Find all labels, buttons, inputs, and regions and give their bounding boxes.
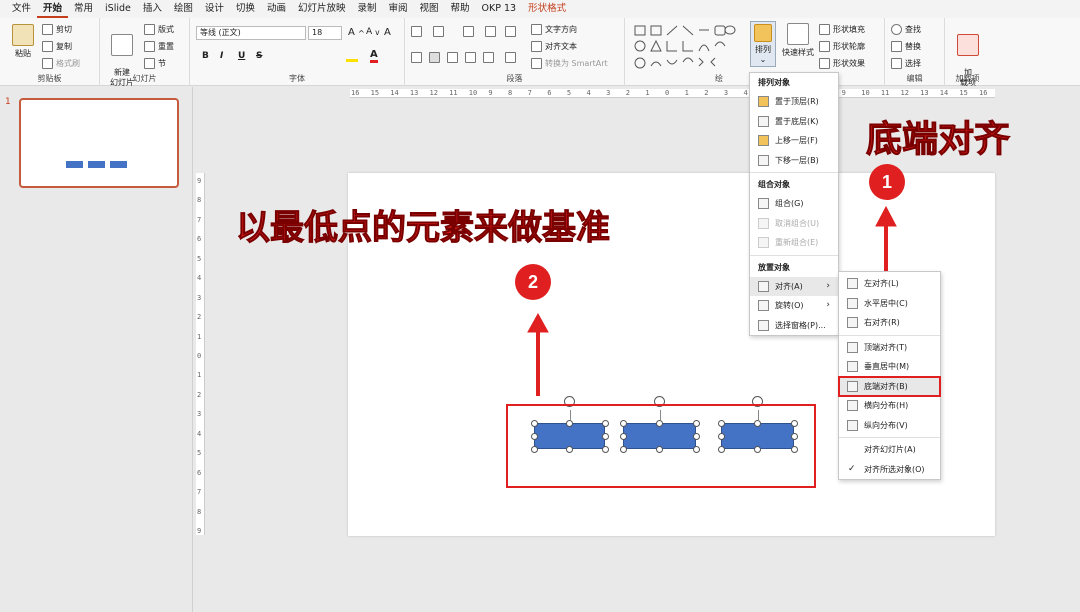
menu-item-align-to-slide[interactable]: 对齐幻灯片(A) — [839, 440, 940, 460]
rotate-label: 旋转(O) — [775, 301, 804, 310]
selection-pane-icon — [758, 319, 769, 331]
ungroup-icon — [758, 217, 769, 229]
chevron-right-icon: › — [826, 300, 830, 310]
checkmark-icon: ✓ — [848, 463, 856, 474]
menu-item-align-left[interactable]: 左对齐(L) — [839, 274, 940, 294]
align-bottom-icon — [847, 380, 858, 392]
distribute-horizontal-label: 横向分布(H) — [864, 401, 909, 410]
align-left-icon — [847, 278, 858, 289]
menu-item-align-middle[interactable]: 垂直居中(M) — [839, 357, 940, 377]
align-middle-icon — [847, 361, 858, 372]
arrange-dropdown-menu: 排列对象 置于顶层(R) 置于底层(K) 上移一层(F) 下移一层(B) 组合对… — [749, 72, 839, 336]
menu-item-send-backward[interactable]: 下移一层(B) — [750, 151, 838, 171]
menu-item-align-selected[interactable]: ✓ 对齐所选对象(O) — [839, 460, 940, 480]
regroup-icon — [758, 237, 769, 248]
align-center-label: 水平居中(C) — [864, 298, 908, 308]
group-label: 组合(G) — [775, 199, 804, 208]
group-icon — [758, 198, 769, 209]
bring-front-icon — [758, 96, 769, 107]
menu-item-align-center[interactable]: 水平居中(C) — [839, 294, 940, 314]
align-selected-label: 对齐所选对象(O) — [864, 464, 925, 474]
menu-heading-group: 组合对象 — [758, 180, 790, 189]
menu-item-selection-pane[interactable]: 选择窗格(P)... — [750, 316, 838, 336]
bring-front-label: 置于顶层(R) — [775, 97, 819, 106]
menu-item-bring-front[interactable]: 置于顶层(R) — [750, 92, 838, 112]
menu-item-rotate[interactable]: 旋转(O) › — [750, 296, 838, 316]
align-middle-label: 垂直居中(M) — [864, 362, 910, 371]
menu-separator — [750, 254, 838, 256]
align-top-label: 顶端对齐(T) — [864, 342, 908, 352]
menu-item-align-bottom[interactable]: 底端对齐(B) — [838, 375, 941, 397]
menu-item-align[interactable]: 对齐(A) › — [750, 276, 838, 296]
send-backward-label: 下移一层(B) — [775, 155, 819, 165]
send-back-icon — [758, 115, 769, 127]
rotate-icon — [758, 300, 769, 311]
menu-item-send-back[interactable]: 置于底层(K) — [750, 112, 838, 132]
align-left-label: 左对齐(L) — [864, 279, 899, 288]
menu-item-align-right[interactable]: 右对齐(R) — [839, 313, 940, 333]
align-right-icon — [847, 317, 858, 328]
align-center-icon — [847, 297, 858, 309]
selection-pane-label: 选择窗格(P)... — [775, 320, 826, 330]
menu-item-group[interactable]: 组合(G) — [750, 194, 838, 214]
distribute-horizontal-icon — [847, 400, 858, 411]
menu-separator — [750, 172, 838, 173]
menu-item-ungroup[interactable]: 取消组合(U) — [750, 214, 838, 234]
send-back-label: 置于底层(K) — [775, 116, 819, 126]
arrow-up-2-icon — [527, 312, 549, 333]
menu-item-bring-forward[interactable]: 上移一层(F) — [750, 131, 838, 151]
distribute-vertical-icon — [847, 419, 858, 431]
regroup-label: 重新组合(E) — [775, 238, 819, 247]
bring-forward-label: 上移一层(F) — [775, 136, 818, 145]
menu-separator — [839, 437, 940, 438]
menu-heading-order: 排列对象 — [758, 78, 790, 87]
align-icon — [758, 280, 769, 292]
menu-item-regroup[interactable]: 重新组合(E) — [750, 233, 838, 253]
menu-separator — [839, 334, 940, 336]
bring-forward-icon — [758, 135, 769, 146]
chevron-right-icon: › — [826, 280, 830, 291]
arrow-up-1-icon — [875, 205, 897, 227]
menu-item-align-top[interactable]: 顶端对齐(T) — [839, 338, 940, 358]
align-bottom-label: 底端对齐(B) — [864, 381, 908, 391]
ungroup-label: 取消组合(U) — [775, 218, 820, 228]
distribute-vertical-label: 纵向分布(V) — [864, 420, 908, 430]
menu-item-distribute-horizontal[interactable]: 横向分布(H) — [839, 396, 940, 416]
menu-item-distribute-vertical[interactable]: 纵向分布(V) — [839, 416, 940, 436]
align-label: 对齐(A) — [775, 281, 803, 291]
align-top-icon — [847, 341, 858, 353]
menu-heading-position: 放置对象 — [758, 262, 790, 272]
align-submenu: 左对齐(L) 水平居中(C) 右对齐(R) 顶端对齐(T) 垂直居中(M) 底端… — [838, 271, 941, 480]
align-right-label: 右对齐(R) — [864, 318, 900, 327]
align-to-slide-label: 对齐幻灯片(A) — [864, 445, 916, 454]
send-backward-icon — [758, 154, 769, 166]
